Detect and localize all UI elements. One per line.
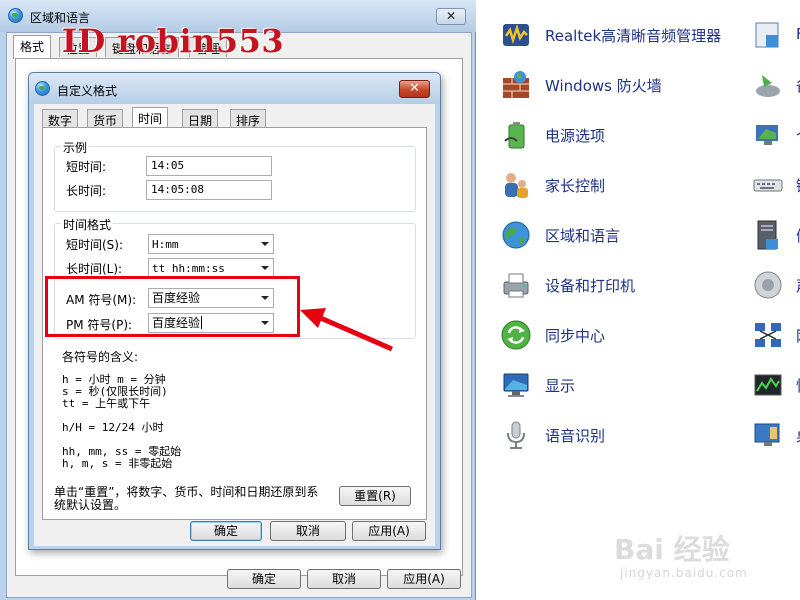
long-time-select[interactable]: tt hh:mm:ss bbox=[148, 258, 274, 278]
speech-recognition-icon bbox=[507, 421, 525, 449]
cp-item-label: 性 bbox=[796, 375, 800, 396]
tab-sorting[interactable]: 排序 bbox=[230, 109, 267, 128]
devices-printers-icon bbox=[503, 273, 529, 298]
inner-close-button[interactable]: ✕ bbox=[399, 80, 430, 98]
annotation-highlight-box bbox=[45, 276, 300, 337]
example-group: 示例 短时间: 14:05 长时间: 14:05:08 bbox=[54, 139, 416, 212]
globe-icon bbox=[8, 8, 23, 23]
cp-item-region-language[interactable]: 区域和语言 bbox=[500, 217, 750, 253]
cp-item-performance-monitor[interactable]: 性 bbox=[752, 367, 800, 403]
performance-icon bbox=[757, 220, 778, 250]
author-watermark: ID robin553 bbox=[62, 22, 285, 60]
cp-item-display[interactable]: 显示 bbox=[500, 367, 750, 403]
outer-apply-button[interactable]: 应用(A) bbox=[387, 569, 461, 589]
cp-item-backup[interactable]: 备 bbox=[752, 67, 800, 103]
cp-item-keyboard[interactable]: 键 bbox=[752, 167, 800, 203]
audio-manager-icon bbox=[503, 23, 529, 46]
baidu-logo-watermark: Bai 经验 bbox=[614, 533, 730, 566]
cp-item-firewall[interactable]: Windows 防火墙 bbox=[500, 67, 750, 103]
cp-item-label: F bbox=[796, 25, 800, 43]
region-language-icon bbox=[502, 221, 530, 249]
outer-close-button[interactable]: ✕ bbox=[436, 8, 466, 25]
tab-date[interactable]: 日期 bbox=[182, 109, 219, 128]
cp-item-label: 网 bbox=[796, 325, 800, 346]
outer-cancel-button[interactable]: 取消 bbox=[307, 569, 381, 589]
cp-item-realtek-audio[interactable]: Realtek高清晰音频管理器 bbox=[500, 17, 750, 53]
performance-monitor-icon bbox=[754, 374, 782, 396]
sync-center-icon bbox=[501, 320, 531, 350]
annotation-arrow-icon bbox=[300, 308, 393, 352]
cp-item-performance[interactable]: 们 bbox=[752, 217, 800, 253]
cp-item-label: 键 bbox=[796, 175, 800, 196]
cp-item-label: 显示 bbox=[545, 377, 576, 395]
cp-item-desktop-gadgets[interactable]: 桌 bbox=[752, 417, 800, 453]
meaning-line: h, m, s = 非零起始 bbox=[62, 457, 173, 470]
cp-item-label: 声 bbox=[796, 275, 800, 296]
cp-item-label: 设备和打印机 bbox=[545, 277, 636, 295]
inner-cancel-button[interactable]: 取消 bbox=[270, 521, 346, 541]
inner-title-bar[interactable]: 自定义格式 ✕ bbox=[29, 73, 440, 104]
cp-item-sync-center[interactable]: 同步中心 bbox=[500, 317, 750, 353]
cp-item-speech-recognition[interactable]: 语音识别 bbox=[500, 417, 750, 453]
cp-item-label: 桌 bbox=[796, 425, 800, 446]
cp-item-label: 个 bbox=[796, 125, 800, 146]
network-icon bbox=[755, 323, 781, 347]
meaning-line: h/H = 12/24 小时 bbox=[62, 421, 164, 434]
cp-item-network[interactable]: 网 bbox=[752, 317, 800, 353]
reset-button[interactable]: 重置(R) bbox=[339, 486, 411, 506]
outer-ok-button[interactable]: 确定 bbox=[227, 569, 301, 589]
cp-item-programs[interactable]: F bbox=[752, 17, 800, 53]
short-time-label: 短时间(S): bbox=[66, 238, 124, 252]
cp-item-personalization[interactable]: 个 bbox=[752, 117, 800, 153]
programs-icon bbox=[755, 22, 779, 48]
cp-item-parental-controls[interactable]: 家长控制 bbox=[500, 167, 750, 203]
globe-icon bbox=[35, 81, 50, 96]
tab-time[interactable]: 时间 bbox=[132, 107, 169, 129]
inner-title: 自定义格式 bbox=[57, 84, 118, 98]
cp-item-label: 语音识别 bbox=[545, 427, 606, 445]
sound-icon bbox=[754, 271, 782, 299]
example-long-value: 14:05:08 bbox=[146, 180, 272, 200]
baidu-url-watermark: jingyan.baidu.com bbox=[620, 566, 748, 580]
tab-currency[interactable]: 货币 bbox=[87, 109, 124, 128]
personalization-icon bbox=[756, 125, 778, 145]
example-short-value: 14:05 bbox=[146, 156, 272, 176]
example-long-label: 长时间: bbox=[66, 184, 107, 198]
cp-item-sound[interactable]: 声 bbox=[752, 267, 800, 303]
chevron-down-icon bbox=[261, 242, 269, 246]
reset-note: 统默认设置。 bbox=[54, 498, 127, 512]
keyboard-icon bbox=[753, 179, 783, 192]
short-time-select[interactable]: H:mm bbox=[148, 234, 274, 254]
cp-item-label: 同步中心 bbox=[545, 327, 606, 345]
example-short-label: 短时间: bbox=[66, 160, 107, 174]
cp-item-label: 们 bbox=[796, 225, 800, 246]
meaning-title: 各符号的含义: bbox=[62, 350, 139, 364]
example-group-label: 示例 bbox=[61, 139, 90, 156]
cp-item-label: 区域和语言 bbox=[545, 227, 621, 245]
cp-item-devices-printers[interactable]: 设备和打印机 bbox=[500, 267, 750, 303]
parental-controls-icon bbox=[505, 173, 528, 198]
long-time-label: 长时间(L): bbox=[66, 262, 123, 276]
inner-apply-button[interactable]: 应用(A) bbox=[352, 521, 426, 541]
firewall-icon bbox=[503, 71, 529, 98]
cp-item-label: 家长控制 bbox=[545, 177, 606, 195]
cp-item-power-options[interactable]: 电源选项 bbox=[500, 117, 750, 153]
chevron-down-icon bbox=[261, 266, 269, 270]
tab-numbers[interactable]: 数字 bbox=[42, 109, 79, 128]
cp-item-label: 备 bbox=[796, 75, 800, 96]
desktop-gadgets-icon bbox=[754, 423, 780, 446]
inner-ok-button[interactable]: 确定 bbox=[190, 521, 262, 541]
backup-icon bbox=[756, 75, 780, 97]
power-options-icon bbox=[504, 122, 525, 149]
meaning-line: tt = 上午或下午 bbox=[62, 397, 151, 410]
cp-item-label: Windows 防火墙 bbox=[545, 77, 662, 95]
cp-item-label: Realtek高清晰音频管理器 bbox=[545, 27, 722, 45]
tab-formats[interactable]: 格式 bbox=[13, 35, 52, 59]
display-icon bbox=[503, 373, 529, 397]
time-formats-group-label: 时间格式 bbox=[61, 216, 114, 233]
cp-item-label: 电源选项 bbox=[545, 127, 606, 145]
